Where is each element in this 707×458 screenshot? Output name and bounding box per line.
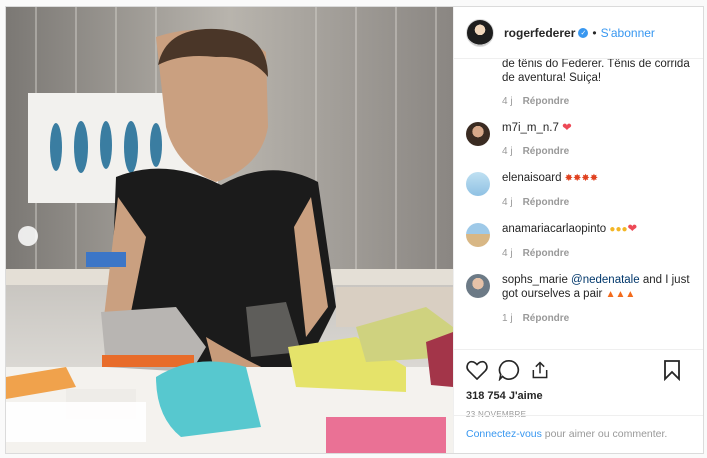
comment-avatar[interactable] bbox=[466, 122, 490, 146]
comment-age: 4 j bbox=[502, 248, 513, 259]
comment-mention-link[interactable]: @nedenatale bbox=[571, 274, 640, 286]
post-sidebar: rogerfederer ✓ • S'abonner de tênis do F… bbox=[453, 7, 703, 453]
comment-item: anamariacarlaopinto ●●●❤ 4 j Répondre bbox=[466, 222, 691, 261]
comment-icon[interactable] bbox=[498, 359, 520, 381]
comment-item: sophs_marie @nedenatale and I just got o… bbox=[466, 273, 691, 326]
author-username[interactable]: rogerfederer bbox=[504, 26, 575, 40]
heart-emoji-icon: ❤ bbox=[562, 122, 572, 134]
bookmark-icon[interactable] bbox=[663, 359, 681, 381]
likes-count[interactable]: 318 754 J'aime bbox=[466, 390, 691, 402]
comment-username[interactable]: m7i_m_n.7 bbox=[502, 122, 559, 134]
reply-button[interactable]: Répondre bbox=[523, 313, 570, 324]
reply-button[interactable]: Répondre bbox=[523, 248, 570, 259]
post-header: rogerfederer ✓ • S'abonner bbox=[454, 7, 703, 59]
heart-icon[interactable] bbox=[466, 360, 488, 380]
clap-emoji-icon: ●●● bbox=[609, 224, 628, 235]
login-link[interactable]: Connectez-vous bbox=[466, 428, 542, 440]
comment-avatar[interactable] bbox=[466, 274, 490, 298]
separator-dot: • bbox=[592, 25, 597, 40]
comment-username[interactable]: sophs_marie bbox=[502, 274, 568, 286]
comment-age: 4 j bbox=[502, 96, 513, 107]
fire-emoji-icon: ▲▲▲ bbox=[605, 289, 636, 300]
instagram-post: rogerfederer ✓ • S'abonner de tênis do F… bbox=[5, 6, 704, 454]
comment-age: 4 j bbox=[502, 197, 513, 208]
comment-item: elenaisoard ✸✸✸✸ 4 j Répondre bbox=[466, 171, 691, 210]
carousel-prev-dot[interactable] bbox=[18, 226, 38, 246]
post-photo[interactable] bbox=[6, 7, 453, 453]
reply-button[interactable]: Répondre bbox=[523, 146, 570, 157]
photo-illustration bbox=[6, 7, 453, 453]
verified-badge-icon: ✓ bbox=[578, 27, 589, 38]
heart-emoji-icon: ❤ bbox=[627, 223, 638, 235]
comments-list[interactable]: de tênis do Federer. Tênis de corrida de… bbox=[454, 59, 703, 349]
comment-username[interactable]: elenaisoard bbox=[502, 172, 561, 184]
author-avatar[interactable] bbox=[466, 18, 494, 47]
share-icon[interactable] bbox=[530, 360, 550, 380]
comment-avatar[interactable] bbox=[466, 223, 490, 247]
comment-age: 1 j bbox=[502, 313, 513, 324]
follow-button[interactable]: S'abonner bbox=[601, 26, 655, 40]
comment-username[interactable]: anamariacarlaopinto bbox=[502, 223, 606, 235]
comment-avatar[interactable] bbox=[466, 172, 490, 196]
comment-text: de tênis do Federer. Tênis de corrida de… bbox=[502, 59, 690, 84]
reply-button[interactable]: Répondre bbox=[523, 197, 570, 208]
comment-item: de tênis do Federer. Tênis de corrida de… bbox=[466, 59, 691, 109]
login-prompt: Connectez-vous pour aimer ou commenter. bbox=[454, 415, 703, 453]
login-text: pour aimer ou commenter. bbox=[541, 428, 668, 440]
collision-emoji-icon: ✸✸✸✸ bbox=[564, 173, 599, 184]
comment-age: 4 j bbox=[502, 146, 513, 157]
comment-item: m7i_m_n.7 ❤ 4 j Répondre bbox=[466, 121, 691, 159]
reply-button[interactable]: Répondre bbox=[523, 96, 570, 107]
